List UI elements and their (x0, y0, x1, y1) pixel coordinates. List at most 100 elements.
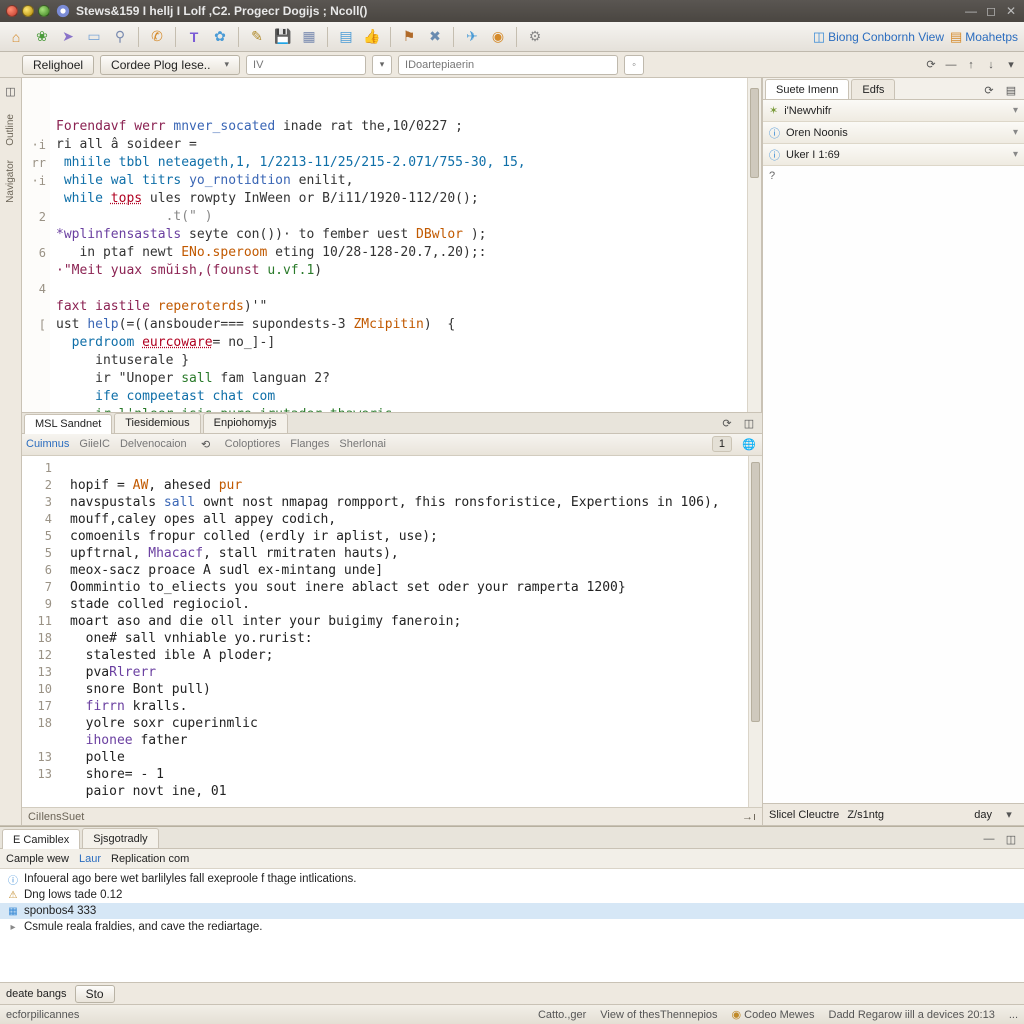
crumb-stepper[interactable]: ▾ (372, 55, 392, 75)
bottom-editor-body[interactable]: 123455679111812131017181313 hopif = AW, … (22, 456, 762, 807)
side-tab-1[interactable]: Suete Imenn (765, 79, 849, 99)
console-bottom-label: deate bangs (6, 988, 67, 1000)
titlebar: Stews&159 I hellj I Lolf ,C2. Progecr Do… (0, 0, 1024, 22)
brush-icon[interactable]: ✎ (247, 27, 267, 47)
image-icon[interactable]: ▦ (299, 27, 319, 47)
crumb-clear[interactable]: ◦ (624, 55, 644, 75)
perspective-link-2[interactable]: ▤ Moahetps (950, 29, 1018, 45)
info-icon: ⓘ (6, 872, 20, 886)
minimize-icon[interactable]: — (964, 4, 978, 18)
down-icon[interactable]: ↓ (982, 56, 1000, 74)
console-line[interactable]: ⓘ Infoueral ago bere wet barlilyles fall… (0, 871, 1024, 887)
console-panel: E Camiblex Sjsgotradly — ◫ Cample wew La… (0, 826, 1024, 1004)
rail-label-1[interactable]: Outline (5, 114, 16, 146)
save-icon[interactable]: 💾 (273, 27, 293, 47)
status-m4[interactable]: Dadd Regarow iill a devices 20:13 (829, 1009, 995, 1021)
sec-link-3[interactable]: Delvenocaion (120, 438, 187, 450)
console-tab-1[interactable]: E Camiblex (2, 829, 80, 849)
sec-link-4[interactable]: Coloptiores (225, 438, 281, 450)
console-min-icon[interactable]: — (980, 830, 998, 848)
crumb-dropdown[interactable]: Cordee Plog Iese..▾ (100, 55, 240, 75)
pin-icon[interactable]: ⚲ (110, 27, 130, 47)
crumb-button-1[interactable]: Relighoel (22, 55, 94, 75)
console-body[interactable]: ⓘ Infoueral ago bere wet barlilyles fall… (0, 869, 1024, 982)
footer-left[interactable]: Slicel Cleuctre (769, 809, 839, 821)
thumb-icon[interactable]: 👍 (362, 27, 382, 47)
bottom-editor-scrollbar[interactable] (748, 456, 762, 807)
tab-enp[interactable]: Enpiohomyjs (203, 413, 288, 433)
help-icon: ⓘ (769, 147, 780, 163)
close-window-icon[interactable] (6, 5, 18, 17)
status-m2[interactable]: View of thesThennepios (600, 1009, 717, 1021)
globe-icon[interactable]: ◉ (488, 27, 508, 47)
window-icon[interactable]: ▭ (84, 27, 104, 47)
sec-link-5[interactable]: Flanges (290, 438, 329, 450)
up-icon[interactable]: ↑ (962, 56, 980, 74)
side-row-2[interactable]: ⓘ Oren Noonis ▾ (763, 122, 1024, 144)
flag-icon[interactable]: ⚑ (399, 27, 419, 47)
status-m1[interactable]: Catto.,ger (538, 1009, 586, 1021)
window-title: Stews&159 I hellj I Lolf ,C2. Progecr Do… (76, 4, 367, 18)
footer-more-icon[interactable]: ▾ (1000, 806, 1018, 824)
console-tab-2[interactable]: Sjsgotradly (82, 828, 158, 848)
status-m3[interactable]: ◉ Codeo Mewes (732, 1008, 815, 1021)
menu-icon[interactable]: ▾ (1002, 56, 1020, 74)
status-bar: ecforpilicannes Catto.,ger View of thesT… (0, 1004, 1024, 1024)
chevron-down-icon: ▾ (225, 59, 230, 70)
sec-link-2[interactable]: GiieIC (79, 438, 110, 450)
tag-icon[interactable]: ✿ (210, 27, 230, 47)
maximize-window-icon[interactable] (38, 5, 50, 17)
sec-link-1[interactable]: Cuimnus (26, 438, 69, 450)
tab-refresh-icon[interactable]: ⟳ (718, 415, 736, 433)
bottom-editor: 123455679111812131017181313 hopif = AW, … (22, 456, 762, 825)
page-icon[interactable]: ▤ (336, 27, 356, 47)
rail-label-2[interactable]: Navigator (5, 160, 16, 203)
side-menu-icon[interactable]: ▤ (1002, 81, 1020, 99)
perspective-link-1[interactable]: ◫ Biong Conbornh View (813, 29, 944, 45)
globe-icon-2[interactable]: 🌐 (740, 435, 758, 453)
send-icon[interactable]: ✈ (462, 27, 482, 47)
sync-icon[interactable]: ⟲ (197, 435, 215, 453)
side-row-1[interactable]: ✶ i'Newvhifr ▾ (763, 100, 1024, 122)
text-icon[interactable]: T (184, 27, 204, 47)
chevron-down-icon: ▾ (1013, 127, 1018, 138)
console-bottom-bar: deate bangs Sto (0, 982, 1024, 1004)
restore-icon[interactable]: ◻ (984, 4, 998, 18)
status-more[interactable]: ... (1009, 1009, 1018, 1021)
rail-icon-1[interactable]: ◫ (2, 82, 20, 100)
tab-msl[interactable]: MSL Sandnet (24, 414, 112, 434)
side-row-3[interactable]: ⓘ Uker I 1:69 ▾ (763, 144, 1024, 166)
chevron-down-icon: ▾ (1013, 149, 1018, 160)
side-refresh-icon[interactable]: ⟳ (980, 81, 998, 99)
console-line[interactable]: ⚠ Dng lows tade 0.12 (0, 887, 1024, 903)
left-rail: ◫ Outline Navigator (0, 78, 22, 825)
home-icon[interactable]: ⌂ (6, 27, 26, 47)
top-editor-body[interactable]: ·irr·i264[ Forendavf werr mnver_socated … (22, 78, 761, 412)
crumb-input-1[interactable]: IV (246, 55, 366, 75)
arrow-icon[interactable]: ➤ (58, 27, 78, 47)
middle-tabbar: MSL Sandnet Tiesidemious Enpiohomyjs ⟳ ◫ (22, 412, 762, 434)
console-bar-2[interactable]: Laur (79, 853, 101, 865)
refresh-icon[interactable]: ⟳ (922, 56, 940, 74)
minimize-window-icon[interactable] (22, 5, 34, 17)
warning-badge[interactable]: 1 (712, 436, 732, 452)
gear-icon[interactable]: ⚙ (525, 27, 545, 47)
chevron-down-icon: ▾ (1013, 105, 1018, 116)
crumb-input-2[interactable]: IDoartepiaerin (398, 55, 618, 75)
console-bar-3[interactable]: Replication com (111, 853, 189, 865)
sec-link-6[interactable]: Sherlonai (339, 438, 385, 450)
console-line-selected[interactable]: ▦ sponbos4 333 (0, 903, 1024, 919)
minus-icon[interactable]: — (942, 56, 960, 74)
console-stop-button[interactable]: Sto (75, 985, 115, 1003)
phone-icon[interactable]: ✆ (147, 27, 167, 47)
close-icon[interactable]: ✕ (1004, 4, 1018, 18)
leaf-icon[interactable]: ❀ (32, 27, 52, 47)
console-line[interactable]: ▸ Csmule reala fraldies, and cave the re… (0, 919, 1024, 935)
console-max-icon[interactable]: ◫ (1002, 830, 1020, 848)
wrench-icon[interactable]: ✖ (425, 27, 445, 47)
side-tab-2[interactable]: Edfs (851, 79, 895, 99)
tab-max-icon[interactable]: ◫ (740, 415, 758, 433)
console-bar-1[interactable]: Cample wew (6, 853, 69, 865)
top-editor-scrollbar[interactable] (747, 78, 761, 412)
tab-ties[interactable]: Tiesidemious (114, 413, 200, 433)
